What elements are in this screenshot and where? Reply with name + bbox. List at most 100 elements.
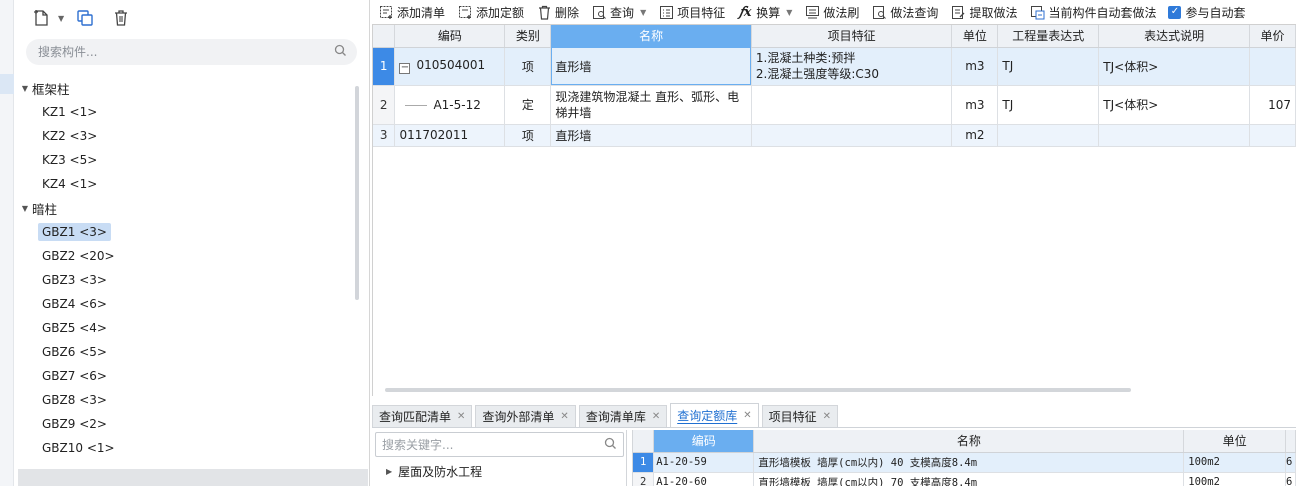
method-query-button[interactable]: 做法查询 (871, 0, 938, 24)
tree-item[interactable]: GBZ4 <6> (18, 292, 353, 316)
header-type[interactable]: 类别 (504, 25, 552, 48)
cell-expression[interactable] (997, 124, 1100, 147)
method-brush-button[interactable]: 做法刷 (804, 0, 859, 24)
header-name[interactable]: 名称 (550, 25, 752, 48)
cell-code[interactable]: A1-5-12 (394, 85, 506, 125)
cell-unit[interactable]: m2 (951, 124, 999, 147)
extract-method-button[interactable]: 提取做法 (950, 0, 1017, 24)
new-dropdown-caret-icon[interactable]: ▼ (58, 14, 68, 23)
search-icon[interactable] (604, 437, 617, 453)
tree-item[interactable]: GBZ3 <3> (18, 268, 353, 292)
row-number[interactable]: 2 (633, 472, 655, 486)
cell-feature[interactable] (751, 124, 953, 147)
tree-group-hidden-column[interactable]: ▼ 暗柱 (18, 196, 353, 220)
tree-item[interactable]: GBZ2 <20> (18, 244, 353, 268)
checkbox-checked-icon[interactable]: ✓ (1168, 5, 1182, 19)
header-unit[interactable]: 单位 (1183, 430, 1287, 453)
header-unit[interactable]: 单位 (951, 25, 999, 48)
row-number[interactable]: 1 (373, 47, 396, 86)
tab-item-feature[interactable]: 项目特征 ✕ (761, 405, 839, 427)
cell-type[interactable]: 项 (504, 47, 552, 86)
auto-set-current-button[interactable]: 当前构件自动套做法 (1029, 0, 1156, 24)
cell-code[interactable]: 011702011 (394, 124, 506, 147)
table-row[interactable]: 3 011702011 项 直形墙 m2 (373, 124, 1296, 147)
table-row[interactable]: 2 A1-20-60 直形墙模板 墙厚(cm以内) 70 支模高度8.4m 10… (633, 472, 1296, 486)
component-search[interactable] (26, 39, 357, 65)
close-icon[interactable]: ✕ (457, 411, 465, 422)
close-icon[interactable]: ✕ (652, 411, 660, 422)
search-icon[interactable] (334, 44, 347, 60)
delete-component-icon[interactable] (110, 7, 132, 29)
table-row[interactable]: 1 −010504001 项 直形墙 1.混凝土种类:预拌 2.混凝土强度等级:C… (373, 47, 1296, 86)
row-number[interactable]: 3 (373, 124, 396, 147)
cell-feature[interactable]: 1.混凝土种类:预拌 2.混凝土强度等级:C30 (751, 47, 953, 86)
component-search-input[interactable] (38, 45, 334, 59)
close-icon[interactable]: ✕ (823, 411, 831, 422)
cell-unit[interactable]: 100m2 (1183, 472, 1287, 486)
tree-item-selected[interactable]: GBZ1 <3> (18, 220, 353, 244)
header-feature[interactable]: 项目特征 (751, 25, 953, 48)
row-number[interactable]: 2 (373, 85, 396, 125)
cell-price[interactable]: 107 (1249, 85, 1296, 125)
cell-unit[interactable]: 100m2 (1183, 452, 1287, 473)
tree-scrollbar[interactable] (355, 86, 359, 300)
tab-query-match-list[interactable]: 查询匹配清单 ✕ (372, 405, 473, 427)
cell-code[interactable]: A1-20-59 (653, 452, 755, 473)
header-extra[interactable] (1285, 430, 1296, 453)
tree-item[interactable]: GBZ5 <4> (18, 316, 353, 340)
add-list-button[interactable]: 添加清单 (378, 0, 445, 24)
cell-name[interactable]: 直形墙 (550, 47, 752, 86)
tab-query-external-list[interactable]: 查询外部清单 ✕ (475, 405, 576, 427)
cell-expression[interactable]: TJ (997, 47, 1100, 86)
copy-icon[interactable] (74, 7, 96, 29)
cell-type[interactable]: 项 (504, 124, 552, 147)
tab-query-list-library[interactable]: 查询清单库 ✕ (578, 405, 668, 427)
expand-caret-icon[interactable]: ▶ (386, 467, 392, 476)
cell-name[interactable]: 直形墙模板 墙厚(cm以内) 70 支模高度8.4m (753, 472, 1185, 486)
cell-expression-desc[interactable] (1098, 124, 1250, 147)
convert-dropdown-icon[interactable]: ▼ (786, 8, 792, 17)
participate-auto-checkbox[interactable]: ✓ 参与自动套 (1168, 4, 1245, 21)
table-row[interactable]: 2 A1-5-12 定 现浇建筑物混凝土 直形、弧形、电梯井墙 m3 TJ TJ… (373, 85, 1296, 125)
cell-type[interactable]: 定 (504, 85, 552, 125)
tree-item[interactable]: GBZ7 <6> (18, 364, 353, 388)
row-number[interactable]: 1 (633, 452, 655, 473)
tree-item[interactable]: GBZ9 <2> (18, 412, 353, 436)
convert-button[interactable]: 𝑓x 换算 ▼ (737, 0, 792, 24)
header-corner[interactable] (373, 25, 396, 48)
header-code[interactable]: 编码 (394, 25, 506, 48)
tree-item[interactable]: GBZ6 <5> (18, 340, 353, 364)
tree-item[interactable]: KZ1 <1> (18, 100, 353, 124)
tree-item[interactable]: GBZ8 <3> (18, 388, 353, 412)
cell-extra[interactable]: 6 (1285, 472, 1296, 486)
tree-group-frame-column[interactable]: ▼ 框架柱 (18, 76, 353, 100)
header-expression-desc[interactable]: 表达式说明 (1098, 25, 1250, 48)
delete-button[interactable]: 删除 (536, 0, 579, 24)
item-feature-button[interactable]: 项目特征 (658, 0, 725, 24)
cell-unit[interactable]: m3 (951, 85, 999, 125)
tree-item[interactable]: KZ3 <5> (18, 148, 353, 172)
tab-query-quota-library[interactable]: 查询定额库 ✕ (670, 403, 759, 427)
cell-price[interactable] (1249, 47, 1296, 86)
cell-code[interactable]: −010504001 (394, 47, 506, 86)
cell-unit[interactable]: m3 (951, 47, 999, 86)
header-name[interactable]: 名称 (753, 430, 1185, 453)
tree-collapse-icon[interactable]: ▼ (18, 84, 32, 93)
add-quota-button[interactable]: 添加定额 (457, 0, 524, 24)
header-corner[interactable] (633, 430, 655, 453)
collapse-icon[interactable]: − (399, 63, 411, 74)
cell-expression-desc[interactable]: TJ<体积> (1098, 85, 1250, 125)
cell-extra[interactable]: 6 (1285, 452, 1296, 473)
tree-collapse-icon[interactable]: ▼ (18, 204, 32, 213)
tree-item[interactable]: GBZ10 <1> (18, 436, 353, 460)
query-dropdown-icon[interactable]: ▼ (640, 8, 646, 17)
library-tree-item[interactable]: ▶ 屋面及防水工程 (386, 463, 482, 480)
cell-name[interactable]: 现浇建筑物混凝土 直形、弧形、电梯井墙 (550, 85, 752, 125)
header-code[interactable]: 编码 (653, 430, 755, 453)
table-row[interactable]: 1 A1-20-59 直形墙模板 墙厚(cm以内) 40 支模高度8.4m 10… (633, 452, 1296, 473)
tree-item[interactable]: KZ4 <1> (18, 172, 353, 196)
cell-name[interactable]: 直形墙模板 墙厚(cm以内) 40 支模高度8.4m (753, 452, 1185, 473)
cell-expression[interactable]: TJ (997, 85, 1100, 125)
tree-item[interactable]: KZ2 <3> (18, 124, 353, 148)
close-icon[interactable]: ✕ (743, 410, 751, 421)
